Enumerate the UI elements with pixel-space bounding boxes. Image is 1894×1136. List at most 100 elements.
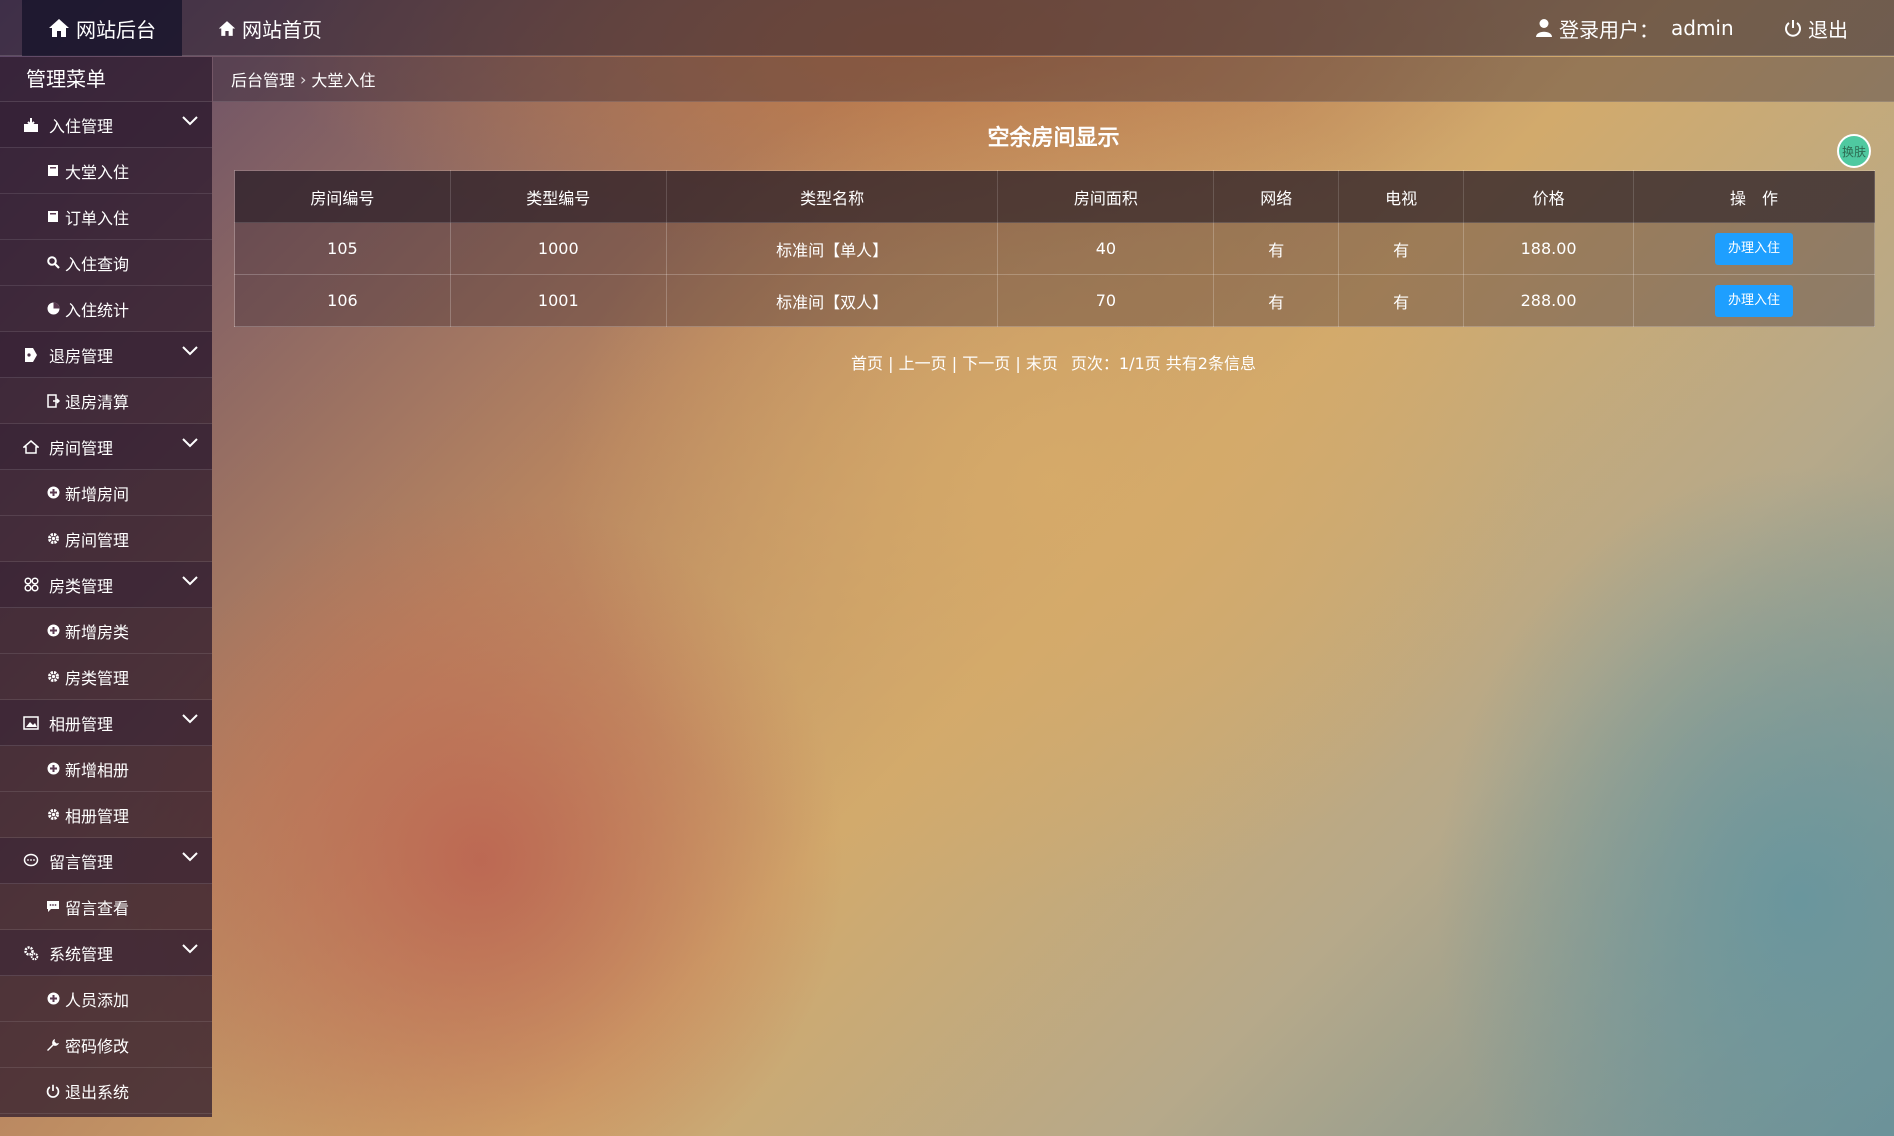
sidebar-item-label: 订单入住 bbox=[65, 208, 130, 228]
network: 有 bbox=[1213, 274, 1340, 327]
chat-icon bbox=[22, 853, 40, 868]
home-icon bbox=[48, 18, 70, 38]
chevron-down-icon bbox=[182, 714, 198, 724]
sidebar-item-checkin-query[interactable]: 入住查询 bbox=[0, 240, 212, 286]
sidebar-group-rooms[interactable]: 房间管理 bbox=[0, 424, 212, 470]
column-header: 网络 bbox=[1213, 170, 1340, 223]
sidebar-title: 管理菜单 bbox=[0, 57, 212, 102]
pager-prev[interactable]: 上一页 bbox=[899, 354, 947, 373]
picture-icon bbox=[22, 715, 40, 730]
sidebar-group-system[interactable]: 系统管理 bbox=[0, 930, 212, 976]
sidebar-item-add-album[interactable]: 新增相册 bbox=[0, 746, 212, 792]
chevron-down-icon bbox=[182, 576, 198, 586]
sidebar-item-add-room[interactable]: 新增房间 bbox=[0, 470, 212, 516]
breadcrumb-root[interactable]: 后台管理 bbox=[231, 67, 295, 91]
sidebar-item-add-room-type[interactable]: 新增房类 bbox=[0, 608, 212, 654]
sidebar-group-label: 退房管理 bbox=[49, 346, 114, 366]
sidebar-item-album-manage[interactable]: 相册管理 bbox=[0, 792, 212, 838]
room-area: 40 bbox=[997, 222, 1215, 275]
pager-divider: | bbox=[888, 354, 894, 373]
sidebar-item-label: 新增房类 bbox=[65, 622, 130, 642]
cogs-icon bbox=[22, 945, 40, 961]
sidebar-item-label: 留言查看 bbox=[65, 898, 130, 918]
breadcrumb-separator-icon: › bbox=[300, 69, 307, 89]
sidebar-group-label: 房类管理 bbox=[49, 576, 114, 596]
grid-icon bbox=[22, 577, 40, 592]
gear-icon bbox=[46, 808, 60, 821]
pager-first[interactable]: 首页 bbox=[851, 354, 883, 373]
sidebar-item-room-type-manage[interactable]: 房类管理 bbox=[0, 654, 212, 700]
table-header-row: 房间编号 类型编号 类型名称 房间面积 网络 电视 价格 操 作 bbox=[234, 170, 1875, 223]
chevron-down-icon bbox=[182, 438, 198, 448]
pager-last[interactable]: 末页 bbox=[1026, 354, 1058, 373]
sidebar-group-checkout[interactable]: 退房管理 bbox=[0, 332, 212, 378]
current-user: 登录用户： admin bbox=[1535, 0, 1734, 56]
sidebar-group-messages[interactable]: 留言管理 bbox=[0, 838, 212, 884]
home-icon bbox=[22, 439, 40, 454]
chevron-down-icon bbox=[182, 116, 198, 126]
plus-circle-icon bbox=[46, 624, 60, 637]
tag-icon bbox=[22, 347, 40, 363]
pager-next[interactable]: 下一页 bbox=[962, 354, 1010, 373]
plus-circle-icon bbox=[46, 762, 60, 775]
sidebar-item-exit-system[interactable]: 退出系统 bbox=[0, 1068, 212, 1114]
power-icon bbox=[46, 1084, 60, 1098]
sidebar-item-label: 相册管理 bbox=[65, 806, 130, 826]
tv: 有 bbox=[1338, 222, 1465, 275]
sidebar-item-label: 退出系统 bbox=[65, 1082, 130, 1102]
table-row: 105 1000 标准间【单人】 40 有 有 188.00 办理入住 bbox=[234, 222, 1875, 275]
room-number: 106 bbox=[234, 274, 451, 327]
breadcrumb: 后台管理 › 大堂入住 bbox=[213, 57, 1894, 102]
sidebar-group-room-types[interactable]: 房类管理 bbox=[0, 562, 212, 608]
column-header: 房间编号 bbox=[234, 170, 451, 223]
column-header: 类型编号 bbox=[449, 170, 667, 223]
sidebar-group-albums[interactable]: 相册管理 bbox=[0, 700, 212, 746]
user-prefix: 登录用户： bbox=[1559, 17, 1659, 42]
logout-label: 退出 bbox=[1808, 17, 1848, 42]
inbox-download-icon bbox=[22, 117, 40, 133]
price: 188.00 bbox=[1463, 222, 1635, 275]
sidebar-group-label: 入住管理 bbox=[49, 116, 114, 136]
price: 288.00 bbox=[1463, 274, 1635, 327]
checkin-button[interactable]: 办理入住 bbox=[1715, 232, 1794, 265]
action-cell: 办理入住 bbox=[1633, 222, 1875, 275]
sidebar-group-checkin[interactable]: 入住管理 bbox=[0, 102, 212, 148]
breadcrumb-current: 大堂入住 bbox=[311, 71, 376, 90]
type-name: 标准间【单人】 bbox=[665, 222, 999, 275]
logout-button[interactable]: 退出 bbox=[1784, 0, 1848, 56]
sidebar-item-label: 人员添加 bbox=[65, 990, 130, 1010]
pager-page-info: 页次：1/1页 bbox=[1070, 354, 1161, 373]
sidebar-item-change-password[interactable]: 密码修改 bbox=[0, 1022, 212, 1068]
sidebar-item-view-messages[interactable]: 留言查看 bbox=[0, 884, 212, 930]
plus-circle-icon bbox=[46, 486, 60, 499]
checkin-button[interactable]: 办理入住 bbox=[1715, 284, 1794, 317]
book-icon bbox=[46, 210, 60, 223]
vacant-rooms-table: 房间编号 类型编号 类型名称 房间面积 网络 电视 价格 操 作 105 100… bbox=[234, 170, 1875, 327]
sidebar-item-checkout-settle[interactable]: 退房清算 bbox=[0, 378, 212, 424]
sidebar-item-lobby-checkin[interactable]: 大堂入住 bbox=[0, 148, 212, 194]
sidebar-group-label: 留言管理 bbox=[49, 852, 114, 872]
sidebar-item-room-manage[interactable]: 房间管理 bbox=[0, 516, 212, 562]
sidebar-item-checkin-stats[interactable]: 入住统计 bbox=[0, 286, 212, 332]
column-header: 电视 bbox=[1338, 170, 1465, 223]
tv: 有 bbox=[1338, 274, 1465, 327]
sidebar: 管理菜单 入住管理 大堂入住 订单入住 入住查询 入住统计 退房管理 退房清算 … bbox=[0, 57, 212, 1117]
sidebar-group-label: 相册管理 bbox=[49, 714, 114, 734]
nav-home-label: 网站首页 bbox=[242, 17, 322, 42]
type-number: 1000 bbox=[449, 222, 667, 275]
change-skin-button[interactable]: 换肤 bbox=[1837, 134, 1871, 168]
sidebar-item-order-checkin[interactable]: 订单入住 bbox=[0, 194, 212, 240]
chevron-down-icon bbox=[182, 346, 198, 356]
gear-icon bbox=[46, 532, 60, 545]
nav-site-home[interactable]: 网站首页 bbox=[192, 0, 348, 56]
sidebar-item-label: 入住统计 bbox=[65, 300, 130, 320]
network: 有 bbox=[1213, 222, 1340, 275]
sidebar-item-label: 退房清算 bbox=[65, 392, 130, 412]
home-icon bbox=[218, 20, 236, 37]
chevron-down-icon bbox=[182, 944, 198, 954]
nav-admin-backend[interactable]: 网站后台 bbox=[22, 0, 182, 56]
sidebar-item-add-staff[interactable]: 人员添加 bbox=[0, 976, 212, 1022]
search-icon bbox=[46, 256, 60, 269]
sign-out-icon bbox=[46, 393, 60, 408]
pie-chart-icon bbox=[46, 302, 60, 315]
